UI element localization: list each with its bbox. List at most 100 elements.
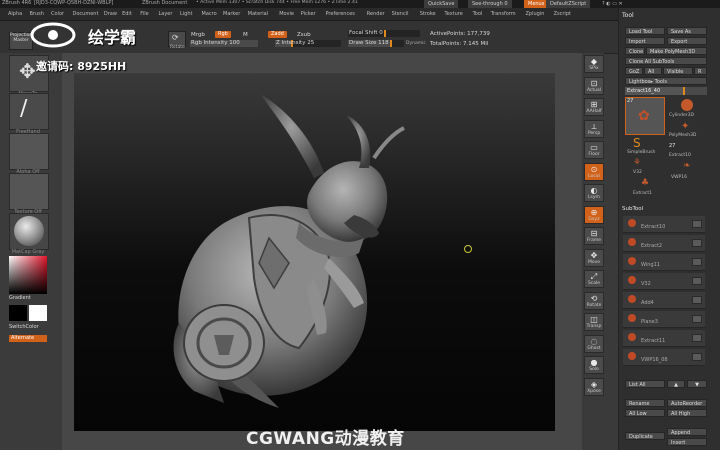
menu-stencil[interactable]: Stencil	[392, 11, 409, 17]
menu-macro[interactable]: Macro	[202, 11, 217, 17]
view-solo-button[interactable]: ● Solo	[584, 356, 604, 374]
tool-name-v32[interactable]: V32	[633, 170, 642, 175]
view-floor-button[interactable]: ▭ Floor	[584, 141, 604, 159]
menu-zplugin[interactable]: Zplugin	[526, 11, 545, 17]
menu-alpha[interactable]: Alpha	[8, 11, 22, 17]
subtool-header[interactable]: SubTool	[622, 206, 643, 212]
menu-draw[interactable]: Draw	[104, 11, 117, 17]
view-transp-button[interactable]: ◫ Transp	[584, 313, 604, 331]
menu-material[interactable]: Material	[248, 11, 268, 17]
zsub-toggle[interactable]: Zsub	[297, 32, 311, 38]
tool-name-simplebrush[interactable]: SimpleBrush	[627, 150, 655, 155]
view-lsym-button[interactable]: ◐ Lsym	[584, 184, 604, 202]
menu-preferences[interactable]: Preferences	[326, 11, 355, 17]
v32-tool-icon[interactable]: ⚘	[633, 158, 641, 168]
menu-movie[interactable]: Movie	[279, 11, 294, 17]
view-gxyz-button[interactable]: ⊕ Gxyz	[584, 205, 604, 224]
export-button[interactable]: Export	[667, 37, 707, 45]
gradient-label[interactable]: Gradient	[9, 295, 31, 301]
subtool-row[interactable]: Extract10	[623, 216, 705, 233]
view-actual-button[interactable]: ⊡ Actual	[584, 76, 604, 95]
mrgb-toggle[interactable]: Mrgb	[191, 32, 205, 38]
subtool-visibility-toggle[interactable]	[692, 334, 702, 342]
z-intensity-slider[interactable]: Z Intensity 25	[275, 40, 341, 47]
view-rotate-button[interactable]: ⟲ Rotate	[584, 291, 604, 310]
view-frame-button[interactable]: ⊟ Frame	[584, 227, 604, 245]
subtool-visibility-toggle[interactable]	[692, 315, 702, 323]
menu-stroke[interactable]: Stroke	[420, 11, 436, 17]
append-button[interactable]: Append	[667, 428, 707, 436]
rename-button[interactable]: Rename	[625, 399, 665, 407]
simplebrush-tool-icon[interactable]: S	[633, 136, 641, 150]
subtool-visibility-toggle[interactable]	[692, 239, 702, 247]
zadd-toggle[interactable]: Zadd	[268, 31, 287, 38]
switchcolor-button[interactable]: SwitchColor	[9, 324, 39, 330]
visible-button[interactable]: Visible	[663, 67, 693, 75]
texture-thumbnail[interactable]	[9, 173, 49, 210]
seethrough-slider[interactable]: See-through 0	[468, 0, 512, 8]
autoreorder-button[interactable]: AutoReorder	[667, 399, 707, 407]
menu-render[interactable]: Render	[367, 11, 385, 17]
menu-transform[interactable]: Transform	[491, 11, 516, 17]
view-move-button[interactable]: ✥ Move	[584, 248, 604, 267]
save-as-button[interactable]: Save As	[667, 27, 707, 35]
clone-all-subtools-button[interactable]: Clone All SubTools	[625, 57, 707, 65]
active-tool-thumbnail[interactable]: 27 ✿	[625, 97, 665, 135]
view-xpose-button[interactable]: ◈ Xpose	[584, 377, 604, 396]
main-color-swatch[interactable]	[9, 305, 27, 321]
window-controls-icon[interactable]: ? ◐ ▭ ✕	[598, 0, 627, 8]
goz-button[interactable]: GoZ	[625, 67, 643, 75]
dynamic-toggle[interactable]: Dynamic	[406, 41, 426, 46]
clone-button[interactable]: Clone	[625, 47, 645, 55]
all-low-button[interactable]: All Low	[625, 409, 665, 417]
lightbox-tools-button[interactable]: Lightbox▸ Tools	[625, 77, 707, 85]
insert-button[interactable]: Insert	[667, 438, 707, 446]
view-ghost-button[interactable]: ◌ Ghost	[584, 334, 604, 353]
subtool-row[interactable]: Add4	[623, 292, 705, 309]
alpha-thumbnail[interactable]	[9, 133, 49, 170]
rgb-intensity-slider[interactable]: Rgb Intensity 100	[190, 40, 258, 47]
menu-edit[interactable]: Edit	[122, 11, 132, 17]
subtool-visibility-toggle[interactable]	[692, 353, 702, 361]
move-down-arrow-icon[interactable]: ▼	[687, 380, 707, 388]
r-button[interactable]: R	[694, 67, 707, 75]
view-aahalf-button[interactable]: ⊞ AAHalf	[584, 98, 604, 116]
subtool-visibility-toggle[interactable]	[692, 258, 702, 266]
menu-zscript[interactable]: Zscript	[554, 11, 571, 17]
subtool-row[interactable]: Extract11	[623, 330, 705, 347]
subtool-row[interactable]: VWP16_08	[623, 349, 705, 366]
subtool-visibility-toggle[interactable]	[692, 277, 702, 285]
default-zscript-button[interactable]: DefaultZScript	[546, 0, 591, 8]
view-scale-button[interactable]: ⤢ Scale	[584, 270, 604, 288]
focal-shift-slider[interactable]: Focal Shift 0	[348, 30, 420, 37]
rgb-toggle[interactable]: Rgb	[215, 31, 231, 38]
subtool-row[interactable]: Wing11	[623, 254, 705, 271]
menu-color[interactable]: Color	[51, 11, 64, 17]
document-canvas[interactable]	[74, 73, 555, 431]
subtool-row[interactable]: Plane3	[623, 311, 705, 328]
view-local-button[interactable]: ⊙ Local	[584, 162, 604, 181]
view-spix-button[interactable]: ◆ SPix	[584, 55, 604, 73]
menu-file[interactable]: File	[140, 11, 148, 17]
duplicate-button[interactable]: Duplicate	[625, 432, 665, 440]
color-picker[interactable]	[9, 256, 47, 294]
load-tool-button[interactable]: Load Tool	[625, 27, 665, 35]
secondary-color-swatch[interactable]	[29, 305, 47, 321]
cylinder-tool-icon[interactable]	[681, 99, 693, 111]
tool-name-vwp16[interactable]: VWP16	[671, 175, 687, 180]
alternate-button[interactable]: Alternate	[9, 335, 47, 342]
subtool-visibility-toggle[interactable]	[692, 220, 702, 228]
subtool-row[interactable]: V32	[623, 273, 705, 290]
make-polymesh-button[interactable]: Make PolyMesh3D	[646, 47, 707, 55]
view-persp-button[interactable]: ⟂ Persp	[584, 119, 604, 138]
all-high-button[interactable]: All High	[667, 409, 707, 417]
menus-button[interactable]: Menus	[524, 0, 549, 8]
quicksave-button[interactable]: QuickSave	[424, 0, 459, 8]
vwp16-tool-icon[interactable]: ❧	[683, 161, 691, 171]
move-up-arrow-icon[interactable]: ▲	[667, 380, 685, 388]
menu-light[interactable]: Light	[180, 11, 192, 17]
import-button[interactable]: Import	[625, 37, 665, 45]
material-thumbnail[interactable]	[9, 213, 49, 250]
tool-name-cylinder3d[interactable]: Cylinder3D	[669, 113, 694, 118]
list-all-button[interactable]: List All	[625, 380, 665, 388]
